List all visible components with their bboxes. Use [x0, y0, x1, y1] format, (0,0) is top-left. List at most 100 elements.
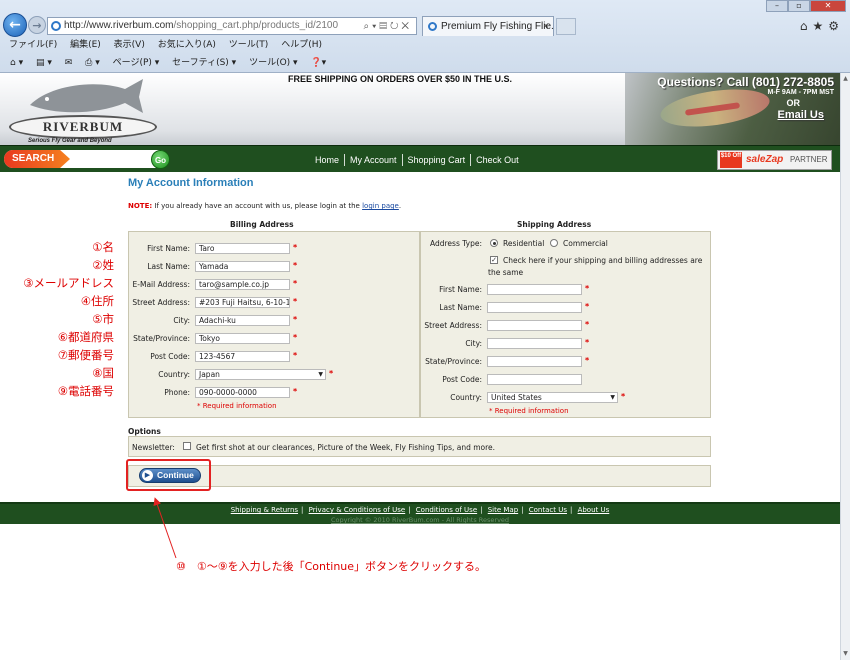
back-arrow-icon[interactable]: ←	[3, 13, 27, 37]
maximize-icon[interactable]: ▫	[788, 0, 810, 12]
print-icon[interactable]: ⎙ ▾	[85, 55, 100, 71]
menu-edit[interactable]: 編集(E)	[70, 38, 101, 53]
billing-country-select[interactable]: Japan ▼	[195, 369, 326, 380]
billing-email-field[interactable]: taro@sample.co.jp	[195, 279, 290, 290]
nav-link-my-account[interactable]: My Account	[345, 155, 402, 165]
command-tools[interactable]: ツール(O) ▾	[249, 55, 298, 71]
settings-gear-icon[interactable]: ⚙	[828, 19, 844, 33]
shipping-city-field[interactable]	[487, 338, 582, 349]
feeds-icon[interactable]: ▤ ▾	[36, 55, 52, 71]
nav-divider	[344, 153, 346, 166]
footer-link-contact[interactable]: Contact Us	[529, 506, 567, 514]
billing-first-name-label: First Name:	[147, 244, 190, 253]
favorites-star-icon[interactable]: ★	[812, 19, 828, 33]
salezap-brand: saleZap	[746, 154, 784, 165]
browser-toolbar-icons[interactable]: ⌂★⚙	[800, 19, 844, 33]
billing-city-field[interactable]: Adachi-ku	[195, 315, 290, 326]
billing-street-label: Street Address:	[132, 298, 190, 307]
scroll-down-icon[interactable]: ▼	[842, 650, 849, 658]
forward-arrow-icon[interactable]: →	[28, 16, 46, 34]
minimize-icon[interactable]: –	[766, 0, 788, 12]
menu-tools[interactable]: ツール(T)	[229, 38, 269, 53]
required-star: *	[293, 297, 298, 306]
address-type-label: Address Type:	[429, 239, 482, 248]
riverbum-logo[interactable]: RIVERBUM Serious Fly Gear and Beyond	[3, 75, 163, 144]
billing-state-field[interactable]: Tokyo	[195, 333, 290, 344]
menu-file[interactable]: ファイル(F)	[9, 38, 57, 53]
home-icon[interactable]: ⌂ ▾	[10, 55, 23, 71]
dropdown-arrow-icon: ▼	[318, 371, 323, 378]
nav-link-shopping-cart[interactable]: Shopping Cart	[403, 155, 471, 165]
annotation-8: ⑧国	[92, 366, 114, 380]
salezap-partner-badge[interactable]: $10 Off saleZap PARTNER	[717, 150, 832, 170]
commercial-label: Commercial	[563, 239, 608, 248]
billing-postcode-field[interactable]: 123-4567	[195, 351, 290, 362]
window-controls: – ▫ ✕	[766, 0, 846, 13]
search-refresh-icons[interactable]: ⌕▾▤↻✕	[364, 19, 412, 35]
newsletter-checkbox[interactable]	[183, 442, 191, 450]
email-us-link[interactable]: Email Us	[778, 109, 824, 121]
nav-link-check-out[interactable]: Check Out	[471, 155, 524, 165]
search-go-button[interactable]: Go	[151, 150, 170, 169]
billing-postcode-label: Post Code:	[150, 352, 190, 361]
ten-off-badge: $10 Off	[720, 152, 742, 168]
dropdown-arrow-icon: ▼	[610, 394, 615, 401]
nav-divider	[401, 153, 403, 166]
billing-street-field[interactable]: #203 Fuji Haitsu, 6-10-1	[195, 297, 290, 308]
site-header: FREE SHIPPING ON ORDERS OVER $50 IN THE …	[0, 73, 840, 145]
shipping-last-name-field[interactable]	[487, 302, 582, 313]
note-prefix: NOTE:	[128, 202, 153, 210]
options-panel: Newsletter: Get first shot at our cleara…	[128, 436, 711, 457]
close-tab-icon[interactable]: ×	[543, 17, 549, 36]
scroll-up-icon[interactable]: ▲	[842, 75, 849, 83]
nav-divider	[470, 153, 472, 166]
browser-chrome: ← → http://www.riverbum.com/shopping_car…	[0, 0, 850, 73]
mail-icon[interactable]: ✉	[65, 55, 73, 71]
billing-email-label: E-Mail Address:	[132, 280, 190, 289]
menu-favorites[interactable]: お気に入り(A)	[158, 38, 216, 53]
menu-help[interactable]: ヘルプ(H)	[281, 38, 322, 53]
newsletter-label: Newsletter:	[132, 443, 175, 452]
close-window-icon[interactable]: ✕	[810, 0, 846, 12]
address-bar[interactable]: http://www.riverbum.com/shopping_cart.ph…	[47, 17, 417, 35]
login-page-link[interactable]: login page	[362, 202, 399, 210]
residential-radio[interactable]	[490, 239, 498, 247]
required-star: *	[293, 315, 298, 324]
footer-link-privacy[interactable]: Privacy & Conditions of Use	[309, 506, 406, 514]
billing-country-value: Japan	[199, 370, 220, 379]
browser-tab[interactable]: Premium Fly Fishing Flie... ×	[422, 16, 554, 36]
command-safety[interactable]: セーフティ(S) ▾	[172, 55, 236, 71]
vertical-scrollbar[interactable]: ▲ ▼	[840, 73, 850, 660]
footer-link-about[interactable]: About Us	[578, 506, 610, 514]
shipping-postcode-field[interactable]	[487, 374, 582, 385]
new-tab-button[interactable]	[556, 18, 576, 35]
nav-link-home[interactable]: Home	[310, 155, 344, 165]
annotation-6: ⑥都道府県	[57, 330, 114, 344]
menu-bar: ファイル(F) 編集(E) 表示(V) お気に入り(A) ツール(T) ヘルプ(…	[0, 38, 850, 53]
billing-first-name-field[interactable]: Taro	[195, 243, 290, 254]
annotation-5: ⑤市	[92, 312, 114, 326]
billing-phone-field[interactable]: 090-0000-0000	[195, 387, 290, 398]
annotation-7: ⑦郵便番号	[57, 348, 114, 362]
footer-link-sitemap[interactable]: Site Map	[488, 506, 518, 514]
help-icon[interactable]: ❓▾	[310, 55, 326, 71]
required-star: *	[585, 284, 590, 293]
shipping-state-label: State/Province:	[425, 357, 482, 366]
home-icon[interactable]: ⌂	[800, 19, 813, 33]
shipping-state-field[interactable]	[487, 356, 582, 367]
billing-last-name-field[interactable]: Yamada	[195, 261, 290, 272]
menu-view[interactable]: 表示(V)	[114, 38, 145, 53]
command-page[interactable]: ページ(P) ▾	[113, 55, 160, 71]
required-star: *	[585, 320, 590, 329]
shipping-street-field[interactable]	[487, 320, 582, 331]
shipping-required-note: * Required information	[489, 407, 569, 415]
footer-link-conditions[interactable]: Conditions of Use	[416, 506, 477, 514]
billing-country-label: Country:	[158, 370, 190, 379]
commercial-radio[interactable]	[550, 239, 558, 247]
shipping-country-select[interactable]: United States ▼	[487, 392, 618, 403]
same-address-checkbox[interactable]: ✓	[490, 256, 498, 264]
url-path: /shopping_cart.php/products_id/2100	[173, 20, 339, 31]
shipping-first-name-field[interactable]	[487, 284, 582, 295]
shipping-first-name-label: First Name:	[439, 285, 482, 294]
footer-link-shipping[interactable]: Shipping & Returns	[231, 506, 298, 514]
